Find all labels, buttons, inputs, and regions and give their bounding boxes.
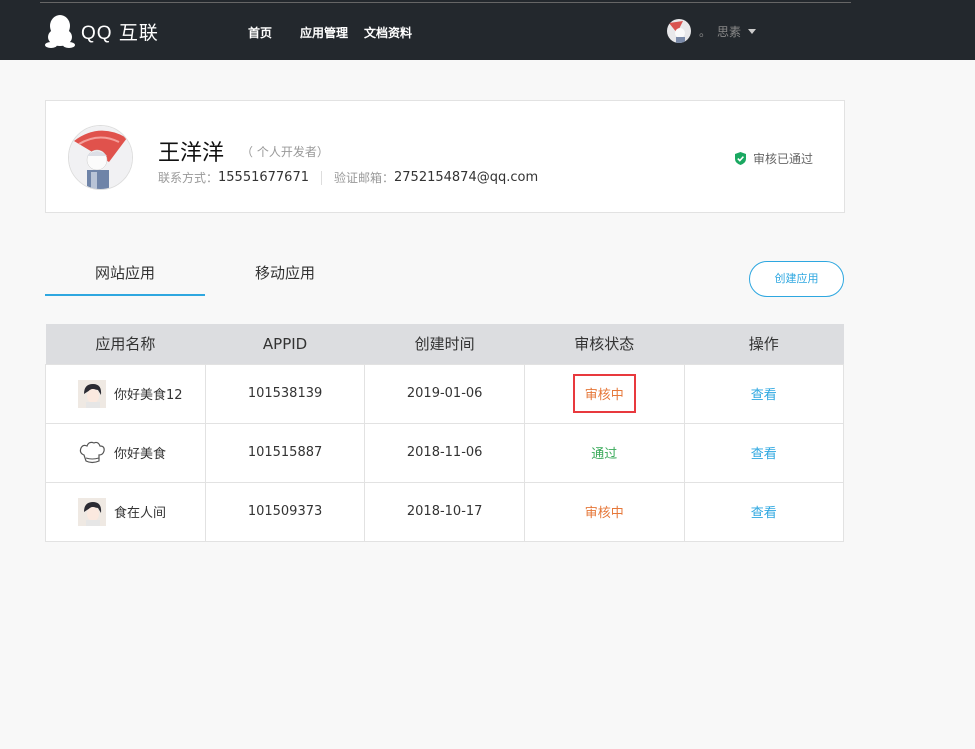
date-cell: 2019-01-06 [364,363,525,424]
status-cell: 审核中 [523,481,685,542]
user-avatar[interactable] [667,19,691,43]
status-cell: 审核中 [523,363,685,424]
status-badge: 审核中 [572,374,636,413]
anime-avatar-icon [78,497,106,526]
divider [321,170,322,185]
col-appid: APPID [205,324,365,364]
contact-phone: 15551677671 [218,170,309,185]
profile-avatar [68,125,133,190]
nav-home[interactable]: 首页 [248,24,272,41]
username[interactable]: 思素 [717,23,741,40]
status-badge: 审核中 [584,506,624,521]
developer-profile-card: 王洋洋 （ 个人开发者） 联系方式： 15551677671 验证邮箱： 275… [45,100,845,213]
email-label: 验证邮箱： [334,171,395,185]
verified-email: 2752154874@qq.com [394,170,539,185]
date-cell: 2018-10-17 [364,481,525,542]
qq-connect-logo[interactable]: QQ 互联 [45,14,159,48]
chef-hat-icon [79,441,105,463]
view-button[interactable]: 查看 [751,388,777,403]
col-app-name: 应用名称 [45,324,206,364]
app-type-tabs: 网站应用 移动应用 [45,262,365,296]
status-text: 审核已通过 [753,152,814,166]
date-cell: 2018-11-06 [364,422,525,483]
anime-avatar-icon [78,379,106,408]
col-review-status: 审核状态 [524,324,684,364]
contact-info: 联系方式： 15551677671 验证邮箱： 2752154874@qq.co… [158,169,538,186]
verified-check-icon [735,152,746,165]
action-cell: 查看 [683,363,844,424]
appid-cell: 101538139 [204,363,366,424]
nav-documentation[interactable]: 文档资料 [364,24,412,41]
status-badge: 通过 [591,447,618,462]
status-cell: 通过 [523,422,685,483]
col-actions: 操作 [684,324,844,364]
appid-cell: 101515887 [204,422,366,483]
action-cell: 查看 [683,481,844,542]
brand-text: QQ 互联 [81,22,159,44]
app-name-cell: 你好美食 [45,422,206,483]
view-button[interactable]: 查看 [751,506,777,521]
app-name: 食在人间 [114,506,167,521]
user-dot: 。 [699,24,712,39]
app-name-cell: 食在人间 [45,481,206,542]
app-table: 应用名称 APPID 创建时间 审核状态 操作 你好美食12 101538139… [45,324,844,542]
user-menu[interactable]: 。 思素 [667,19,757,43]
table-row: 食在人间 101509373 2018-10-17 审核中 查看 [45,481,844,542]
top-nav-bar: QQ 互联 首页 应用管理 文档资料 。 思素 [0,0,975,60]
appid-cell: 101509373 [204,481,366,542]
contact-label: 联系方式： [158,171,219,185]
tab-website-apps[interactable]: 网站应用 [45,262,205,296]
verification-status: 审核已通过 [734,150,813,167]
top-border-line [40,2,851,3]
col-created-date: 创建时间 [364,324,525,364]
table-row: 你好美食 101515887 2018-11-06 通过 查看 [45,422,844,483]
view-button[interactable]: 查看 [751,447,777,462]
table-header-row: 应用名称 APPID 创建时间 审核状态 操作 [45,324,844,364]
table-row: 你好美食12 101538139 2019-01-06 审核中 查看 [45,363,844,424]
app-name-cell: 你好美食12 [45,363,206,424]
action-cell: 查看 [683,422,844,483]
app-name: 你好美食 [114,447,167,462]
nav-app-management[interactable]: 应用管理 [300,24,348,41]
developer-type: （ 个人开发者） [241,145,329,159]
tab-mobile-apps[interactable]: 移动应用 [205,262,365,296]
qq-penguin-icon [45,15,75,48]
chevron-down-icon[interactable] [748,28,757,34]
app-name: 你好美食12 [114,388,183,403]
developer-name: 王洋洋 [158,141,225,166]
create-app-button[interactable]: 创建应用 [749,261,844,297]
